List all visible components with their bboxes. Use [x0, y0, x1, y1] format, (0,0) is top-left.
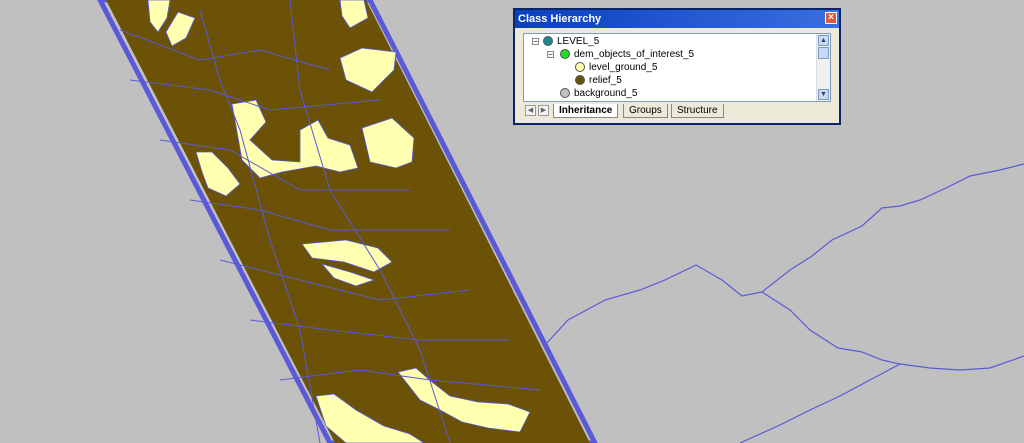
tree-node-label: relief_5: [589, 75, 622, 86]
collapse-icon[interactable]: −: [532, 38, 539, 46]
class-color-swatch: [543, 36, 553, 46]
tab-scroll-right-icon[interactable]: ▶: [538, 105, 549, 116]
close-icon[interactable]: ×: [825, 12, 837, 24]
tree-node-label: LEVEL_5: [557, 36, 600, 47]
scroll-up-icon[interactable]: ▲: [818, 35, 829, 46]
window-title: Class Hierarchy: [518, 13, 602, 25]
tab-inheritance[interactable]: Inheritance: [553, 104, 619, 118]
class-color-swatch: [560, 88, 570, 98]
tab-bar: ◀ ▶ Inheritance Groups Structure: [523, 104, 831, 119]
tree-node-label: dem_objects_of_interest_5: [574, 49, 695, 60]
tab-groups[interactable]: Groups: [623, 104, 668, 118]
scroll-thumb[interactable]: [818, 47, 829, 59]
tab-scroll-left-icon[interactable]: ◀: [525, 105, 536, 116]
class-tree: − LEVEL_5 − dem_objects_of_interest_5 le…: [523, 33, 831, 102]
class-color-swatch: [575, 75, 585, 85]
window-titlebar[interactable]: Class Hierarchy ×: [515, 10, 839, 28]
class-color-swatch: [575, 62, 585, 72]
tree-scrollbar[interactable]: ▲ ▼: [816, 34, 830, 101]
class-color-swatch: [560, 49, 570, 59]
tab-structure[interactable]: Structure: [671, 104, 724, 118]
class-hierarchy-window: Class Hierarchy × − LEVEL_5 − dem_object…: [513, 8, 841, 125]
scroll-down-icon[interactable]: ▼: [818, 89, 829, 100]
tree-node-label: background_5: [574, 88, 638, 99]
segmentation-map-canvas[interactable]: [0, 0, 1024, 443]
tree-node-label: level_ground_5: [589, 62, 658, 73]
collapse-icon[interactable]: −: [547, 51, 554, 59]
